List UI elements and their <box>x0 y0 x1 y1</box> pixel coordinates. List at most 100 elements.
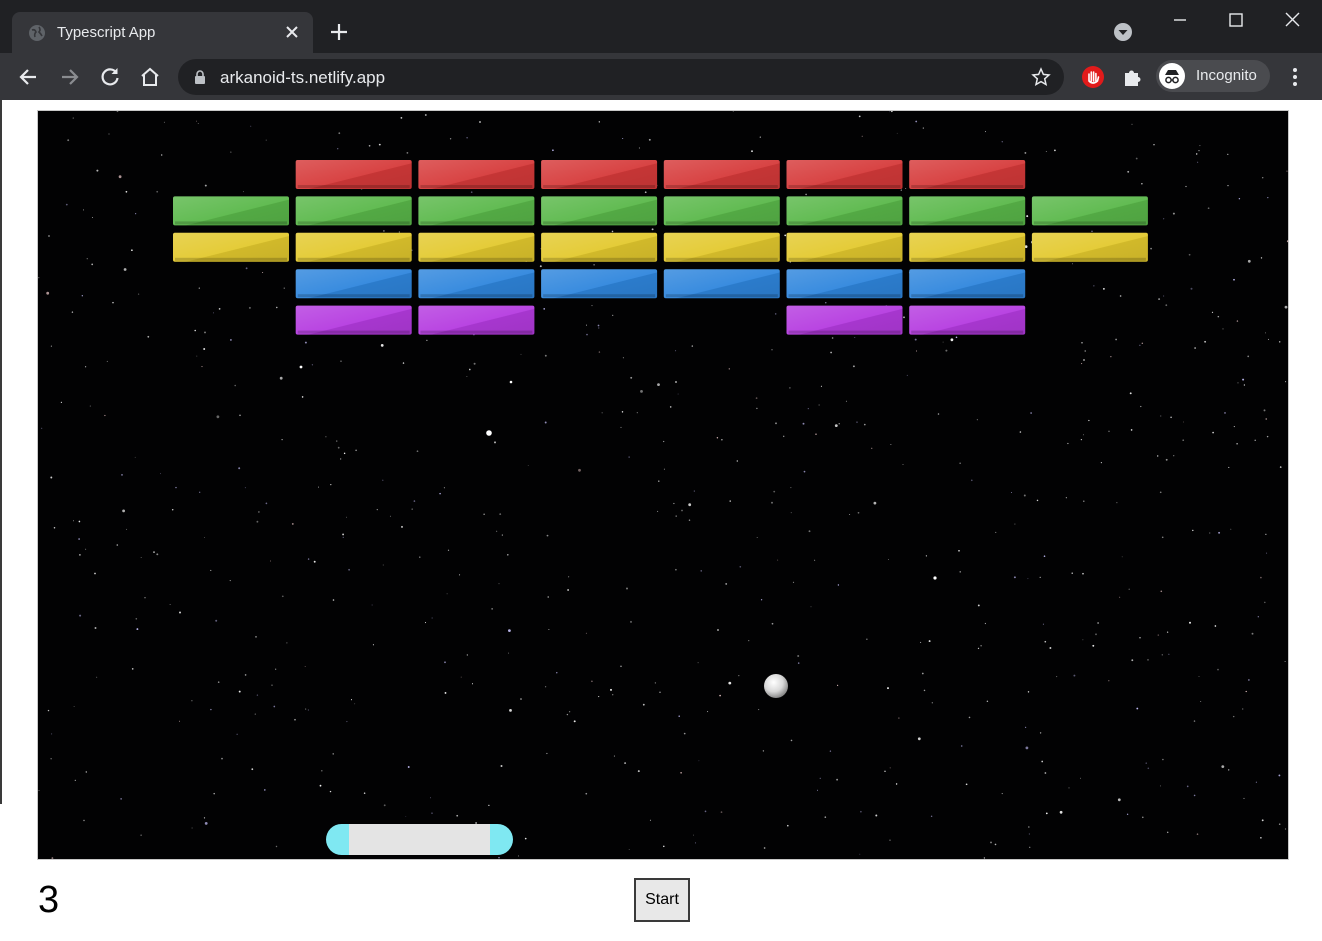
star <box>135 213 137 215</box>
star <box>213 792 215 795</box>
star <box>405 815 407 817</box>
star <box>657 383 660 386</box>
star <box>1163 218 1165 220</box>
star <box>348 568 350 571</box>
star <box>520 698 522 700</box>
address-bar[interactable]: arkanoid-ts.netlify.app <box>178 59 1064 95</box>
page-viewport: 3 Start <box>0 100 1322 941</box>
star <box>507 554 509 556</box>
star <box>238 690 241 693</box>
star <box>1195 153 1198 155</box>
star <box>216 415 220 419</box>
star <box>920 641 922 643</box>
star <box>610 688 612 691</box>
browser-tab[interactable]: Typescript App <box>12 12 313 53</box>
star <box>242 191 244 193</box>
star <box>1029 846 1031 848</box>
start-button[interactable]: Start <box>634 878 690 922</box>
star <box>836 778 839 781</box>
arrow-left-icon[interactable] <box>16 64 42 90</box>
star <box>1163 295 1165 297</box>
star <box>1097 622 1099 624</box>
star <box>598 327 600 329</box>
star <box>887 559 889 560</box>
star <box>598 121 600 123</box>
star <box>89 405 91 407</box>
star <box>586 333 588 336</box>
profile-button[interactable]: Incognito <box>1156 60 1270 92</box>
star <box>856 421 858 423</box>
star <box>294 718 296 721</box>
brick-blue <box>418 269 535 299</box>
home-icon[interactable] <box>137 64 163 90</box>
reload-icon[interactable] <box>97 64 123 90</box>
star <box>1278 341 1281 343</box>
brick-green <box>173 196 289 226</box>
star <box>965 783 968 786</box>
star <box>1131 123 1133 125</box>
star <box>147 335 150 338</box>
star <box>1165 458 1168 461</box>
star <box>889 839 891 841</box>
star <box>194 329 196 332</box>
star <box>498 583 500 585</box>
star <box>1182 439 1185 442</box>
star <box>203 817 206 819</box>
star <box>873 501 877 505</box>
star <box>1082 572 1084 575</box>
star <box>654 682 657 684</box>
star <box>1279 466 1282 468</box>
star <box>1284 828 1287 830</box>
star <box>447 549 450 551</box>
maximize-button[interactable] <box>1208 0 1264 40</box>
minimize-button[interactable] <box>1152 0 1208 40</box>
star <box>942 341 944 343</box>
chevron-down-icon[interactable] <box>1112 21 1134 43</box>
star <box>466 654 468 656</box>
star <box>620 426 622 428</box>
star <box>950 338 954 342</box>
hand-stop-icon[interactable] <box>1080 64 1106 90</box>
game-board[interactable] <box>37 110 1289 860</box>
star <box>1224 412 1226 414</box>
lock-icon[interactable] <box>194 70 206 84</box>
star <box>1170 416 1172 419</box>
star <box>336 440 338 442</box>
close-icon[interactable] <box>283 23 301 41</box>
star <box>890 444 892 445</box>
star <box>1198 676 1200 677</box>
star <box>771 501 773 504</box>
star <box>65 203 68 206</box>
star <box>751 150 753 153</box>
star <box>1285 381 1287 383</box>
arrow-right-icon[interactable] <box>56 64 82 90</box>
star <box>439 492 441 495</box>
star <box>1160 590 1163 593</box>
star <box>204 331 206 334</box>
star <box>85 771 88 773</box>
star-icon[interactable] <box>1031 67 1051 87</box>
star <box>402 362 405 364</box>
bright-star <box>299 365 303 369</box>
brick-blue <box>295 269 412 299</box>
star <box>790 487 792 489</box>
plus-icon[interactable] <box>326 19 352 45</box>
star <box>1116 502 1118 504</box>
star <box>1072 263 1074 265</box>
star <box>1247 355 1250 358</box>
star <box>50 345 52 347</box>
paddle[interactable] <box>326 824 513 855</box>
star <box>473 362 476 365</box>
star <box>858 115 861 118</box>
star <box>1030 412 1032 414</box>
puzzle-icon[interactable] <box>1119 64 1145 90</box>
star <box>657 510 659 512</box>
window-close-button[interactable] <box>1264 0 1320 40</box>
more-vertical-icon[interactable] <box>1282 64 1308 90</box>
game-canvas[interactable] <box>38 111 1288 859</box>
star <box>1217 668 1219 671</box>
star <box>112 301 114 304</box>
star <box>79 614 82 617</box>
star <box>1043 555 1046 557</box>
star <box>716 437 719 439</box>
